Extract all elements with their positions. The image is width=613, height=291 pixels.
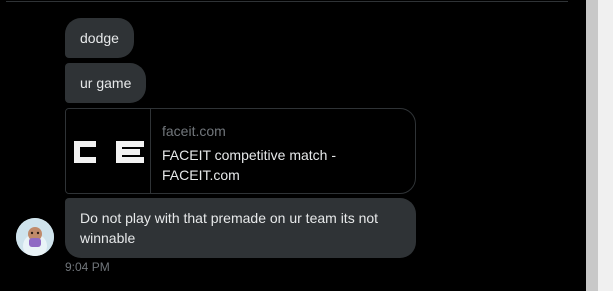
avatar-image [16,218,54,256]
message-bubble-ur-game[interactable]: ur game [65,63,147,103]
link-preview-card[interactable]: faceit.com FACEIT competitive match - FA… [65,108,416,194]
message-bubble-dodge[interactable]: dodge [65,18,134,58]
message-text: Do not play with that premade on ur team… [80,210,379,246]
link-thumbnail [66,109,151,193]
window-edge [598,0,613,291]
top-divider [6,1,568,2]
link-title: FACEIT competitive match - FACEIT.com [162,147,337,183]
faceit-logo-thumbnail [66,109,150,193]
message-text: ur game [80,75,132,91]
link-domain: faceit.com [162,123,226,139]
scrollbar[interactable] [586,0,598,291]
user-avatar-icon[interactable] [16,218,54,256]
message-timestamp: 9:04 PM [65,260,110,274]
message-bubble-premade[interactable]: Do not play with that premade on ur team… [65,198,416,258]
message-text: dodge [80,30,119,46]
